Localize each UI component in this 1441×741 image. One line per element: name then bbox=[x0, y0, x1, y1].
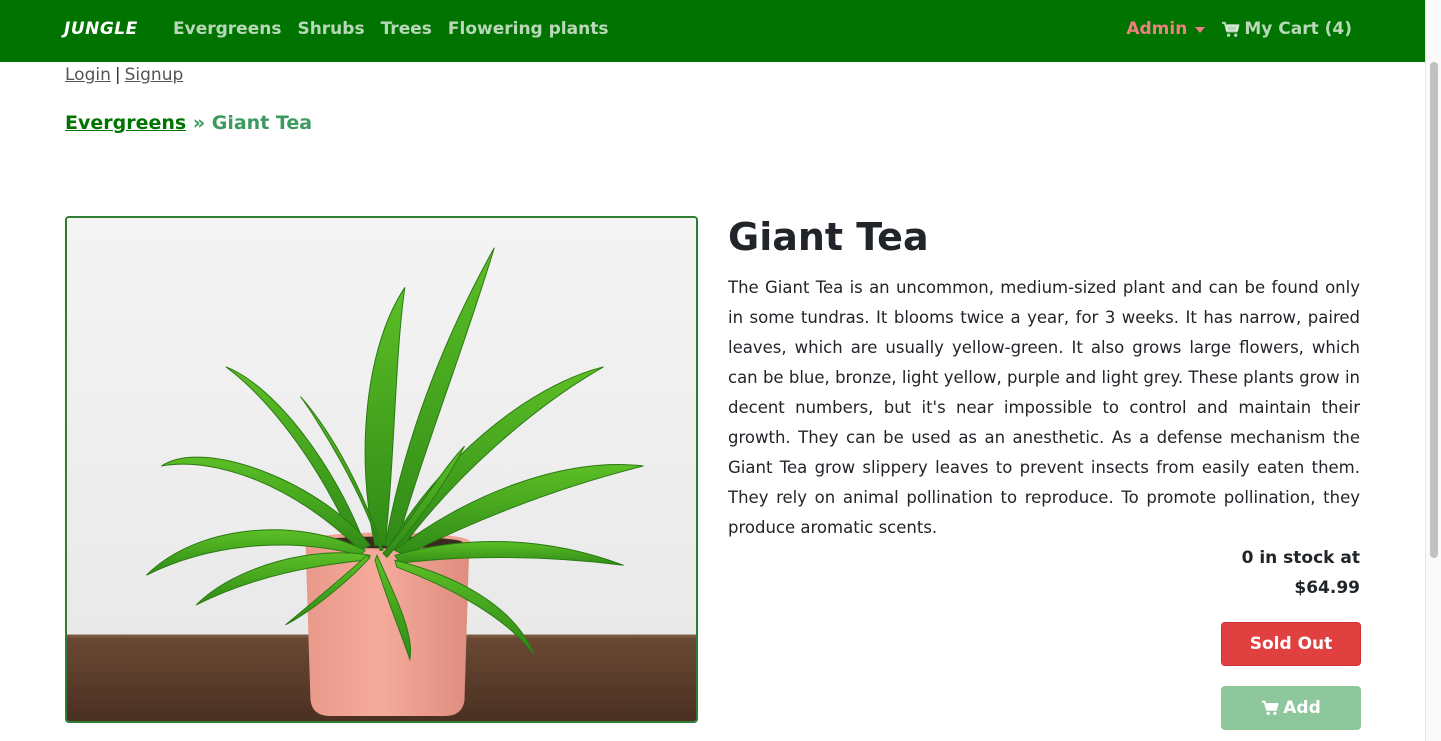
sold-out-label: Sold Out bbox=[1249, 634, 1333, 654]
page-scrollbar[interactable] bbox=[1425, 0, 1441, 741]
stock-and-price: 0 in stock at $64.99 bbox=[1242, 543, 1360, 603]
sold-out-button[interactable]: Sold Out bbox=[1221, 622, 1361, 666]
nav-link-trees[interactable]: Trees bbox=[381, 19, 432, 39]
nav-link-evergreens[interactable]: Evergreens bbox=[173, 19, 281, 39]
plant-photo bbox=[67, 218, 696, 721]
shopping-cart-icon bbox=[1262, 700, 1279, 715]
product-description: The Giant Tea is an uncommon, medium-siz… bbox=[728, 278, 1360, 537]
caret-down-icon bbox=[1195, 27, 1206, 33]
category-nav: Evergreens Shrubs Trees Flowering plants bbox=[173, 19, 608, 39]
product-price: $64.99 bbox=[1294, 578, 1360, 598]
breadcrumb: Evergreens » Giant Tea bbox=[65, 112, 312, 134]
login-link[interactable]: Login bbox=[65, 65, 111, 85]
admin-dropdown[interactable]: Admin bbox=[1126, 19, 1206, 39]
product-title: Giant Tea bbox=[728, 215, 929, 259]
cart-label: My Cart (4) bbox=[1244, 19, 1352, 39]
product-image bbox=[65, 216, 698, 723]
brand-logo[interactable]: JUNGLE bbox=[64, 19, 138, 39]
my-cart-link[interactable]: My Cart (4) bbox=[1221, 19, 1352, 39]
breadcrumb-current: Giant Tea bbox=[211, 112, 313, 134]
top-navbar: JUNGLE Evergreens Shrubs Trees Flowering… bbox=[0, 0, 1425, 62]
stock-line: 0 in stock at bbox=[1241, 548, 1360, 568]
auth-separator: | bbox=[114, 65, 121, 85]
breadcrumb-separator: » bbox=[192, 112, 206, 134]
admin-label: Admin bbox=[1126, 19, 1188, 39]
auth-links: Login | Signup bbox=[65, 65, 183, 85]
nav-right: Admin My Cart (4) bbox=[1126, 19, 1352, 39]
add-label: Add bbox=[1283, 698, 1321, 718]
breadcrumb-category-link[interactable]: Evergreens bbox=[65, 112, 186, 134]
nav-link-shrubs[interactable]: Shrubs bbox=[297, 19, 364, 39]
signup-link[interactable]: Signup bbox=[125, 65, 184, 85]
nav-link-flowering-plants[interactable]: Flowering plants bbox=[448, 19, 609, 39]
scrollbar-thumb[interactable] bbox=[1430, 62, 1438, 558]
add-to-cart-button[interactable]: Add bbox=[1221, 686, 1361, 730]
shopping-cart-icon bbox=[1222, 21, 1240, 37]
